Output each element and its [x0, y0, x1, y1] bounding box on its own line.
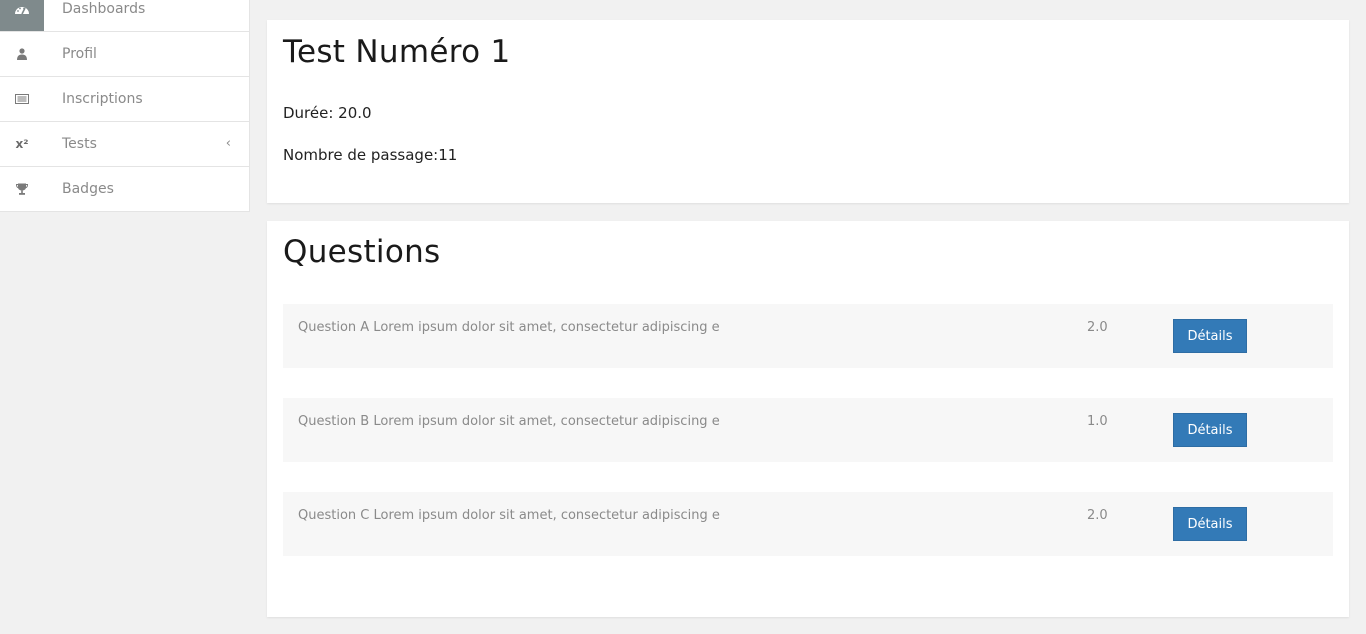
sidebar-item-badges[interactable]: Badges [0, 167, 249, 212]
superscript-icon-text: x² [15, 137, 29, 151]
details-button[interactable]: Détails [1173, 319, 1247, 353]
test-info-panel: Test Numéro 1 Durée: 20.0 Nombre de pass… [267, 20, 1349, 203]
sidebar-menu: Dashboards Profil Inscriptions x² Tests … [0, 0, 250, 212]
test-title: Test Numéro 1 [283, 34, 511, 70]
sidebar-item-tests[interactable]: x² Tests ‹ [0, 122, 249, 167]
sidebar-item-label: Profil [62, 46, 97, 62]
questions-panel: Questions Question A Lorem ipsum dolor s… [267, 221, 1349, 617]
sidebar-item-label: Inscriptions [62, 91, 143, 107]
test-passages: Nombre de passage:11 [283, 146, 458, 164]
question-score: 2.0 [1087, 508, 1108, 523]
sidebar-item-profil[interactable]: Profil [0, 32, 249, 77]
question-score: 1.0 [1087, 414, 1108, 429]
dashboard-icon [0, 0, 44, 31]
details-button[interactable]: Détails [1173, 507, 1247, 541]
sidebar-item-label: Tests [62, 136, 97, 152]
sidebar-item-label: Dashboards [62, 1, 146, 17]
sidebar-item-inscriptions[interactable]: Inscriptions [0, 77, 249, 122]
question-text: Question A Lorem ipsum dolor sit amet, c… [298, 320, 720, 335]
question-row: Question A Lorem ipsum dolor sit amet, c… [283, 304, 1333, 368]
test-duration: Durée: 20.0 [283, 104, 372, 122]
list-icon [0, 77, 44, 121]
sidebar-item-label: Badges [62, 181, 114, 197]
question-text: Question C Lorem ipsum dolor sit amet, c… [298, 508, 720, 523]
question-text: Question B Lorem ipsum dolor sit amet, c… [298, 414, 720, 429]
details-button[interactable]: Détails [1173, 413, 1247, 447]
question-score: 2.0 [1087, 320, 1108, 335]
question-row: Question B Lorem ipsum dolor sit amet, c… [283, 398, 1333, 462]
superscript-icon: x² [0, 122, 44, 166]
chevron-left-icon[interactable]: ‹ [226, 122, 231, 166]
sidebar-item-dashboards[interactable]: Dashboards [0, 0, 249, 32]
questions-title: Questions [283, 234, 441, 270]
sidebar: Dashboards Profil Inscriptions x² Tests … [0, 0, 250, 634]
user-icon [0, 32, 44, 76]
trophy-icon [0, 167, 44, 211]
question-row: Question C Lorem ipsum dolor sit amet, c… [283, 492, 1333, 556]
